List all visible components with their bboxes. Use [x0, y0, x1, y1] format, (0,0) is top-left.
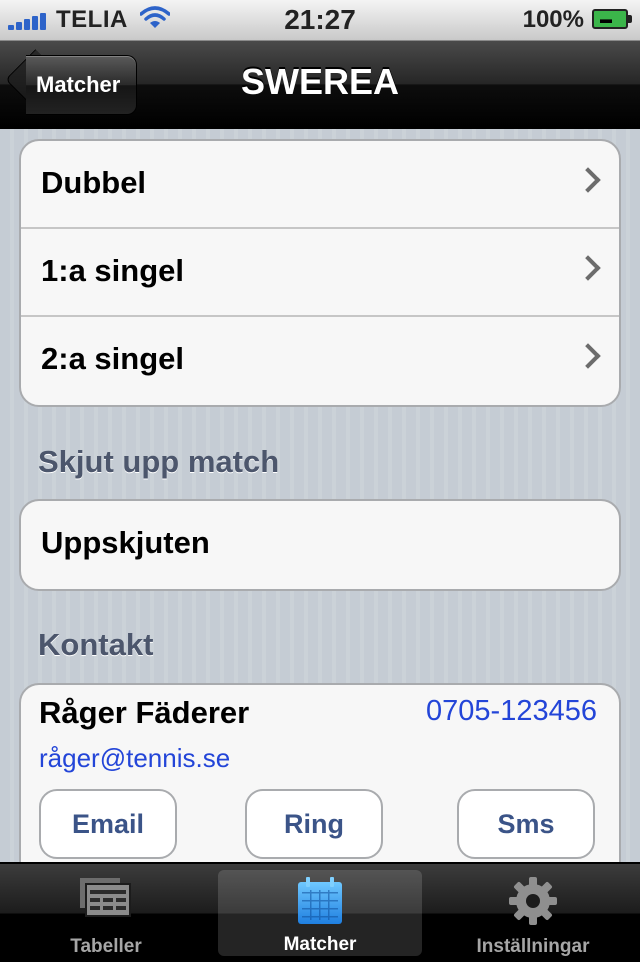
status-bar: TELIA 21:27 100% ▬: [0, 0, 640, 41]
tab-label: Tabeller: [70, 936, 142, 957]
match-list: Dubbel 1:a singel 2:a singel: [19, 139, 621, 407]
tab-label: Matcher: [283, 934, 357, 955]
contact-card: Råger Fäderer 0705-123456 råger@tennis.s…: [19, 683, 621, 883]
match-row-1a-singel[interactable]: 1:a singel: [21, 229, 619, 317]
match-row-dubbel[interactable]: Dubbel: [21, 141, 619, 229]
calendar-icon: [298, 877, 342, 924]
postponed-label: Uppskjuten: [41, 525, 210, 560]
sms-button[interactable]: Sms: [457, 789, 595, 859]
match-label: Dubbel: [41, 165, 147, 200]
contact-email-link[interactable]: råger@tennis.se: [39, 743, 230, 774]
chevron-right-icon: [575, 255, 601, 281]
match-row-2a-singel[interactable]: 2:a singel: [21, 317, 619, 405]
page-title: SWEREA: [240, 61, 399, 102]
chevron-right-icon: [575, 167, 601, 193]
contact-name: Råger Fäderer: [39, 695, 250, 730]
tables-icon: [80, 878, 131, 917]
navigation-bar: Matcher SWEREA: [0, 41, 640, 129]
section-header-contact: Kontakt: [38, 627, 154, 662]
chevron-right-icon: [575, 343, 601, 369]
section-header-postpone: Skjut upp match: [38, 444, 280, 479]
tab-tables[interactable]: Tabeller: [0, 864, 212, 962]
battery-percentage: 100%: [522, 6, 584, 33]
match-label: 2:a singel: [41, 341, 184, 376]
postponed-row[interactable]: Uppskjuten: [21, 501, 619, 589]
battery-charging-icon: ▬: [592, 9, 632, 29]
match-label: 1:a singel: [41, 253, 184, 288]
tab-settings[interactable]: Inställningar: [426, 864, 640, 962]
call-button[interactable]: Ring: [245, 789, 383, 859]
email-button[interactable]: Email: [39, 789, 177, 859]
tab-bar: Tabeller Matcher Inställningar: [0, 862, 640, 962]
contact-phone-link[interactable]: 0705-123456: [426, 695, 597, 728]
tab-matches[interactable]: Matcher: [218, 870, 422, 956]
postpone-group: Uppskjuten: [19, 499, 621, 591]
gear-icon: [509, 877, 557, 925]
tab-label: Inställningar: [476, 936, 590, 957]
